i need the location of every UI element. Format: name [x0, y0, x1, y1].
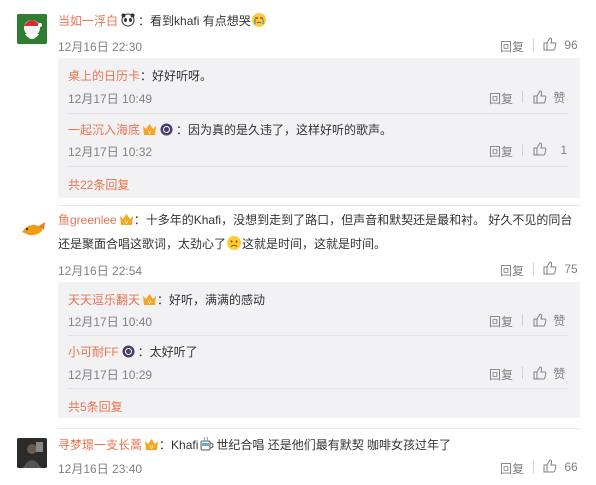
- comment-text: 世纪合唱 还是他们最有默契 咖啡女孩过年了: [216, 438, 452, 452]
- thumbs-up-icon: [543, 459, 557, 473]
- avatar[interactable]: [17, 438, 47, 468]
- avatar[interactable]: [17, 214, 47, 244]
- crying-emoji-icon: [251, 12, 267, 28]
- reply-text: ：好听，满满的感动: [157, 293, 266, 307]
- divider: [68, 166, 568, 167]
- member-badge-icon: [159, 123, 174, 136]
- like-count: 96: [564, 38, 578, 52]
- divider: [533, 263, 534, 275]
- reply-button[interactable]: 回复: [489, 90, 513, 107]
- vip-badge-icon: v: [142, 293, 157, 306]
- thumbs-up-icon: [533, 90, 547, 104]
- comment-text: 这就是时间，这就是时间。: [242, 237, 387, 251]
- comment-content: 鱼greenlee v ：十多年的Khafi，没想到走到了路口，但声音和默契还是最和…: [58, 211, 572, 228]
- reply-text: ：好好听呀。: [140, 69, 213, 83]
- reply-button[interactable]: 回复: [500, 38, 524, 55]
- like-button[interactable]: 1: [533, 142, 567, 157]
- sad-emoji-icon: [226, 235, 242, 251]
- comment-divider: [58, 428, 580, 429]
- svg-text:v: v: [148, 299, 152, 306]
- vip-badge-icon: v: [144, 438, 159, 451]
- divider: [522, 91, 523, 103]
- reply-button[interactable]: 回复: [489, 313, 513, 330]
- reply-time: 12月17日 10:29: [68, 368, 153, 382]
- comment-text: ：看到khafi 有点想哭: [138, 14, 251, 28]
- comment-author[interactable]: 寻梦璟一支长蒿: [58, 438, 142, 452]
- like-button[interactable]: 赞: [533, 312, 565, 329]
- thumbs-up-icon: [543, 261, 557, 275]
- reply-time: 12月17日 10:32: [68, 145, 153, 159]
- panda-emoji-icon: [120, 12, 136, 28]
- comment-content: 寻梦璟一支长蒿 v ：Khafi 世纪合唱 还是他们最有默契 咖啡女孩过年了: [58, 436, 451, 453]
- svg-text:v: v: [150, 444, 154, 451]
- like-count: 赞: [553, 314, 566, 328]
- like-count: 1: [560, 143, 568, 157]
- thumbs-up-icon: [533, 366, 547, 380]
- divider: [522, 314, 523, 326]
- thumbs-up-icon: [543, 37, 557, 51]
- like-button[interactable]: 赞: [533, 89, 565, 106]
- more-replies-link[interactable]: 共5条回复: [68, 398, 123, 415]
- like-button[interactable]: 96: [543, 37, 578, 52]
- reply-text: ：太好听了: [137, 345, 198, 359]
- comment-time: 12月16日 22:30: [58, 40, 143, 54]
- divider: [533, 461, 534, 473]
- like-count: 75: [564, 262, 578, 276]
- reply-content: 天天逗乐翻天 v ：好听，满满的感动: [68, 291, 265, 308]
- like-count: 赞: [553, 91, 566, 105]
- thumbs-up-icon: [533, 313, 547, 327]
- more-replies-link[interactable]: 共22条回复: [68, 176, 129, 193]
- comment-author[interactable]: 当如一浮白: [58, 14, 118, 28]
- comment-divider: [58, 205, 580, 206]
- reply-author[interactable]: 天天逗乐翻天: [68, 293, 140, 307]
- comment-text: 还是聚面合唱这歌词，太劲心了: [58, 237, 227, 251]
- like-count: 赞: [553, 367, 566, 381]
- reply-time: 12月17日 10:40: [68, 315, 153, 329]
- like-count: 66: [564, 460, 578, 474]
- reply-text: ：因为真的是久违了，这样好听的歌声。: [176, 123, 393, 137]
- reply-button[interactable]: 回复: [500, 460, 524, 477]
- reply-author[interactable]: 桌上的日历卡: [68, 69, 140, 83]
- divider: [533, 39, 534, 51]
- reply-author[interactable]: 一起沉入海底: [68, 123, 140, 137]
- comment-text: ：十多年的Khafi，没想到走到了路口，但声音和默契还是最和衬。 好久不见的同台: [133, 213, 573, 227]
- like-button[interactable]: 75: [543, 261, 578, 276]
- svg-text:v: v: [124, 219, 128, 226]
- reply-content: 桌上的日历卡：好好听呀。: [68, 67, 212, 84]
- divider: [68, 335, 568, 336]
- reply-button[interactable]: 回复: [489, 143, 513, 160]
- like-button[interactable]: 66: [543, 459, 578, 474]
- reply-content: 小可耐FF ：太好听了: [68, 343, 198, 360]
- comment-time: 12月16日 22:54: [58, 264, 143, 278]
- reply-time: 12月17日 10:49: [68, 92, 153, 106]
- thumbs-up-icon: [533, 142, 547, 156]
- comment-content: 当如一浮白 ：看到khafi 有点想哭: [58, 12, 267, 29]
- like-button[interactable]: 赞: [533, 365, 565, 382]
- comment-time: 12月16日 23:40: [58, 462, 143, 476]
- member-badge-icon: [121, 345, 136, 358]
- divider: [522, 144, 523, 156]
- divider: [522, 367, 523, 379]
- comment-content-line2: 还是聚面合唱这歌词，太劲心了 这就是时间，这就是时间。: [58, 235, 386, 252]
- reply-button[interactable]: 回复: [489, 366, 513, 383]
- comment-author[interactable]: 鱼greenlee: [58, 213, 117, 227]
- divider: [68, 388, 568, 389]
- comment-text: ：Khafi: [159, 438, 199, 452]
- vip-badge-icon: v: [119, 213, 134, 226]
- reply-content: 一起沉入海底 v ：因为真的是久违了，这样好听的歌声。: [68, 121, 392, 138]
- vip-badge-icon: v: [142, 123, 157, 136]
- avatar[interactable]: [17, 14, 47, 44]
- divider: [68, 113, 568, 114]
- coffee-emoji-icon: [199, 436, 215, 452]
- reply-author[interactable]: 小可耐FF: [68, 345, 119, 359]
- reply-button[interactable]: 回复: [500, 262, 524, 279]
- svg-text:v: v: [148, 129, 152, 136]
